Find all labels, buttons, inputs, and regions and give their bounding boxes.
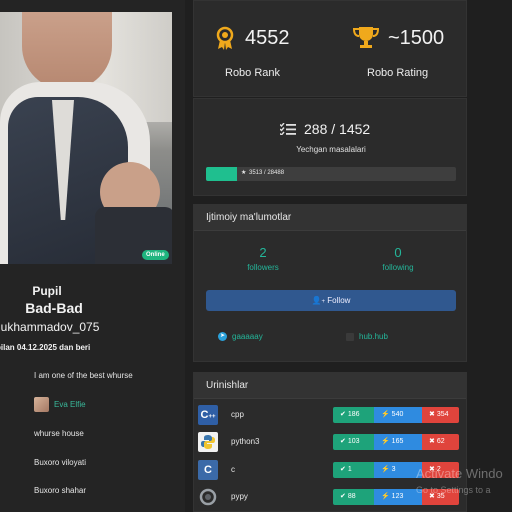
cpp-logo-icon: C++ [198, 405, 218, 425]
python-logo-icon [198, 432, 218, 452]
social-title: Ijtimoiy ma'lumotlar [194, 205, 466, 231]
add-user-icon: 👤 [311, 296, 322, 305]
telegram-icon: ➤ [218, 332, 227, 341]
region-value: Buxoro viloyati [34, 458, 87, 467]
hub-handle: hub.hub [359, 332, 388, 341]
c-logo-icon: C [198, 460, 218, 480]
solved-count: 288 / 1452 [304, 121, 371, 137]
friend-name: Eva Elfie [54, 400, 86, 409]
wrong-count: ✖ 62 [422, 434, 459, 450]
profile-photo [0, 12, 172, 264]
language-name: python3 [231, 437, 260, 446]
telegram-handle: gaaaaay [232, 332, 263, 341]
friend-avatar [34, 397, 49, 412]
trophy-icon [353, 27, 379, 48]
tle-count: ⚡ 123 [374, 489, 422, 505]
rank-label: Robo Rank [225, 67, 281, 79]
city-value: Buxoro shahar [34, 486, 87, 495]
telegram-link[interactable]: ➤ gaaaaay [218, 332, 263, 341]
user-role: Pupil [32, 284, 62, 298]
hub-link[interactable]: hub.hub [346, 332, 388, 341]
task-list-icon [280, 123, 296, 135]
following-label[interactable]: following [368, 263, 428, 272]
language-row[interactable]: python3 ✔ 103 ⚡ 165 ✖ 62 [198, 431, 464, 453]
school-value: whurse house [34, 429, 84, 438]
wrong-count: ✖ 354 [422, 407, 459, 423]
medal-icon [216, 26, 234, 50]
attempts-title: Urinishlar [194, 373, 466, 399]
solved-card: 288 / 1452 Yechgan masalalari ★ 3513 / 2… [193, 98, 467, 196]
profile-sidebar: Online Pupil Bad-Bad nukhammadov_075 bil… [0, 0, 185, 512]
tle-count: ⚡ 165 [374, 434, 422, 450]
follow-button[interactable]: 👤+ Follow [206, 290, 456, 311]
star-icon: ★ [241, 170, 247, 176]
accepted-count: ✔ 186 [333, 407, 374, 423]
online-badge: Online [142, 250, 169, 260]
tle-count: ⚡ 3 [374, 462, 422, 478]
followers-count[interactable]: 2 [233, 245, 293, 260]
tle-count: ⚡ 540 [374, 407, 422, 423]
activate-windows-title: Activate Windo [416, 466, 503, 481]
rank-card: 4552 Robo Rank ~1500 Robo Rating [193, 0, 467, 97]
followers-label[interactable]: followers [233, 263, 293, 272]
pypy-logo-icon [198, 487, 218, 507]
progress-text: 3513 / 28488 [249, 170, 285, 176]
user-bio: I am one of the best whurse [34, 371, 133, 380]
language-name: pypy [231, 492, 248, 501]
following-count[interactable]: 0 [368, 245, 428, 260]
score-progress-bar: ★ 3513 / 28488 [206, 167, 456, 181]
profile-page: Online Pupil Bad-Bad nukhammadov_075 bil… [0, 0, 512, 512]
rating-value: ~1500 [388, 27, 445, 49]
username: nukhammadov_075 [0, 320, 100, 334]
accepted-count: ✔ 103 [333, 434, 374, 450]
accepted-count: ✔ 88 [333, 489, 374, 505]
accepted-count: ✔ 1 [333, 462, 374, 478]
solved-label: Yechgan masalalari [296, 145, 366, 154]
hub-icon [346, 332, 354, 341]
activate-windows-subtitle: Go to Settings to a [416, 485, 491, 495]
language-name: c [231, 465, 235, 474]
rank-value: 4552 [245, 27, 290, 49]
language-row[interactable]: C++ cpp ✔ 186 ⚡ 540 ✖ 354 [198, 404, 464, 426]
follow-label: Follow [327, 296, 351, 305]
social-card: Ijtimoiy ma'lumotlar 2 followers 0 follo… [193, 204, 467, 362]
progress-fill [206, 167, 237, 181]
friend-link[interactable]: Eva Elfie [34, 397, 86, 412]
user-nickname: Bad-Bad [25, 300, 83, 316]
rating-label: Robo Rating [367, 67, 429, 79]
language-name: cpp [231, 410, 244, 419]
joined-date: bilan 04.12.2025 dan beri [0, 343, 91, 352]
